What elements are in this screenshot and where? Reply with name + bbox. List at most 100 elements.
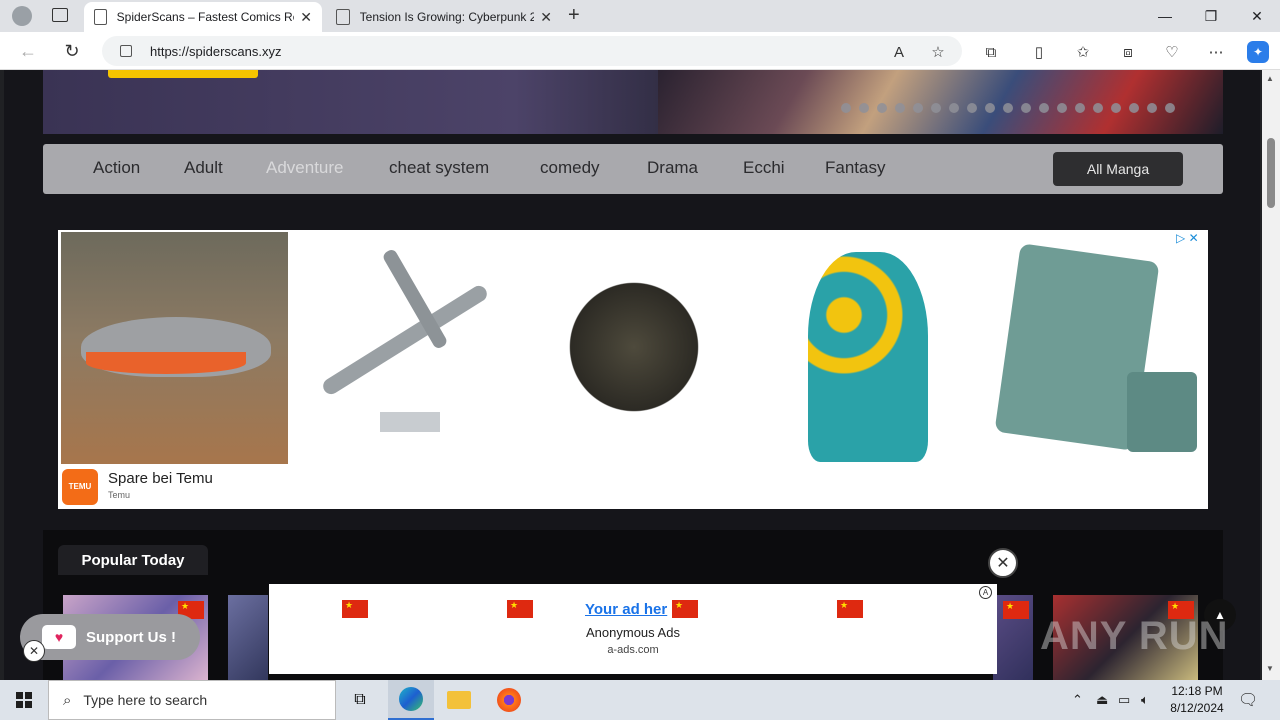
usb-icon[interactable]: ⏏: [1096, 680, 1108, 720]
slider-dot[interactable]: [877, 103, 887, 113]
slider-dot[interactable]: [1039, 103, 1049, 113]
all-manga-button[interactable]: All Manga: [1053, 152, 1183, 186]
tab-spiderscans[interactable]: SpiderScans – Fastest Comics Rel ✕: [84, 2, 322, 32]
slider-dot[interactable]: [895, 103, 905, 113]
temu-ad-banner[interactable]: ▷ ✕ TEMU Spare bei Temu Temu: [58, 230, 1208, 509]
performance-icon[interactable]: ♡: [1161, 41, 1183, 63]
wallet-image[interactable]: [977, 232, 1204, 464]
favorite-star-icon[interactable]: ☆: [927, 41, 949, 63]
copilot-icon[interactable]: ✦: [1247, 41, 1269, 63]
slider-dot[interactable]: [949, 103, 959, 113]
search-placeholder: Type here to search: [83, 692, 208, 708]
slider-dot[interactable]: [1147, 103, 1157, 113]
more-menu-icon[interactable]: ⋯: [1205, 41, 1227, 63]
support-us-button[interactable]: ♥ Support Us !: [20, 614, 200, 660]
address-bar[interactable]: https://spiderscans.xyz: [102, 36, 962, 66]
back-icon[interactable]: ←: [14, 38, 42, 64]
tab-actions-icon[interactable]: [52, 8, 68, 22]
scroll-down-icon[interactable]: ▼: [1266, 664, 1274, 673]
new-tab-icon[interactable]: +: [568, 4, 580, 27]
slider-dot[interactable]: [1057, 103, 1067, 113]
firefox-icon[interactable]: [486, 680, 532, 720]
adchoices-icon[interactable]: ▷ ✕: [1176, 231, 1199, 245]
edge-taskbar-icon[interactable]: [388, 680, 434, 720]
page-scrollbar[interactable]: ▲ ▼: [1262, 70, 1280, 680]
close-support-icon[interactable]: ✕: [23, 640, 45, 662]
genre-comedy[interactable]: comedy: [540, 158, 600, 178]
genre-drama[interactable]: Drama: [647, 158, 698, 178]
slider-dot[interactable]: [841, 103, 851, 113]
restore-icon[interactable]: ❐: [1188, 0, 1234, 32]
taskbar-search[interactable]: ⌕ Type here to search: [48, 680, 336, 720]
extensions-icon[interactable]: ⧉: [980, 41, 1002, 63]
genre-ecchi[interactable]: Ecchi: [743, 158, 785, 178]
search-icon: ⌕: [63, 691, 72, 709]
slider-dot[interactable]: [1111, 103, 1121, 113]
pirate-ship-image[interactable]: [519, 232, 746, 464]
windows-logo-icon: [16, 692, 32, 708]
your-ad-link[interactable]: Your ad her: [585, 601, 667, 618]
anyrun-watermark: ANY RUN: [1040, 614, 1229, 658]
start-button[interactable]: [0, 680, 48, 720]
swimsuit-image[interactable]: [748, 232, 975, 464]
clock-time: 12:18 PM: [1171, 684, 1223, 698]
volume-icon[interactable]: 🔈︎: [1141, 680, 1149, 720]
slider-dot[interactable]: [1165, 103, 1175, 113]
ad-network-domain[interactable]: a-ads.com: [269, 644, 997, 656]
hammock-image[interactable]: [61, 232, 288, 464]
heart-icon: ♥: [42, 625, 76, 649]
genre-adventure[interactable]: Adventure: [266, 158, 344, 178]
scrollbar-thumb[interactable]: [1267, 138, 1275, 208]
close-ad-button[interactable]: ✕: [988, 548, 1018, 578]
url-text[interactable]: https://spiderscans.xyz: [150, 44, 282, 59]
slider-dot[interactable]: [1021, 103, 1031, 113]
hero-slider[interactable]: [43, 70, 1223, 134]
ad-info-icon[interactable]: A: [979, 586, 992, 599]
genre-action[interactable]: Action: [93, 158, 140, 178]
genre-cheat-system[interactable]: cheat system: [389, 158, 489, 178]
hero-read-button[interactable]: [108, 70, 258, 78]
popular-today-tab[interactable]: Popular Today: [58, 545, 208, 575]
slider-dot[interactable]: [859, 103, 869, 113]
lock-icon: [120, 45, 132, 57]
slider-dots: [841, 103, 1175, 113]
show-hidden-icons[interactable]: ⌃: [1072, 680, 1083, 720]
tab-cyberpunk[interactable]: Tension Is Growing: Cyberpunk 2 ✕: [326, 2, 562, 32]
network-icon[interactable]: ▭: [1118, 680, 1130, 720]
ad-title[interactable]: Spare bei Temu: [108, 470, 213, 487]
favorites-icon[interactable]: ✩: [1072, 41, 1094, 63]
profile-avatar-icon[interactable]: [12, 6, 32, 26]
slider-dot[interactable]: [1003, 103, 1013, 113]
windows-taskbar: ⌕ Type here to search ⧉ ⌃ ⏏ ▭ 🔈︎ 12:18 P…: [0, 680, 1280, 720]
refresh-icon[interactable]: ↻: [58, 38, 86, 64]
slider-dot[interactable]: [1093, 103, 1103, 113]
hero-artwork: [658, 70, 1223, 134]
slider-dot[interactable]: [913, 103, 923, 113]
scroll-up-icon[interactable]: ▲: [1266, 74, 1274, 83]
bottom-ad-banner[interactable]: Your ad her Anonymous Ads a-ads.com A: [269, 584, 997, 674]
file-explorer-icon[interactable]: [436, 680, 482, 720]
slider-dot[interactable]: [1075, 103, 1085, 113]
bomber-model-image[interactable]: [290, 232, 517, 464]
close-tab-icon[interactable]: ✕: [540, 9, 552, 26]
slider-dot[interactable]: [967, 103, 977, 113]
support-label: Support Us !: [86, 628, 176, 646]
genre-fantasy[interactable]: Fantasy: [825, 158, 885, 178]
notification-icon[interactable]: 🗨︎: [1238, 680, 1258, 720]
read-aloud-icon[interactable]: A: [888, 41, 910, 63]
taskbar-clock[interactable]: 12:18 PM 8/12/2024: [1162, 683, 1232, 717]
task-view-icon[interactable]: ⧉: [337, 680, 383, 720]
collections-icon[interactable]: ⧈: [1117, 41, 1139, 63]
slider-dot[interactable]: [985, 103, 995, 113]
tab-label: SpiderScans – Fastest Comics Rel: [116, 10, 295, 24]
address-bar-row: ← ↻ https://spiderscans.xyz A ☆ ⧉ ▯ ✩ ⧈ …: [0, 32, 1280, 70]
manga-thumbnail[interactable]: [228, 595, 268, 680]
minimize-icon[interactable]: —: [1142, 0, 1188, 32]
genre-adult[interactable]: Adult: [184, 158, 223, 178]
close-tab-icon[interactable]: ✕: [300, 9, 312, 26]
close-window-icon[interactable]: ✕: [1234, 0, 1280, 32]
split-screen-icon[interactable]: ▯: [1028, 41, 1050, 63]
china-flag-icon: [507, 600, 533, 618]
slider-dot[interactable]: [931, 103, 941, 113]
slider-dot[interactable]: [1129, 103, 1139, 113]
